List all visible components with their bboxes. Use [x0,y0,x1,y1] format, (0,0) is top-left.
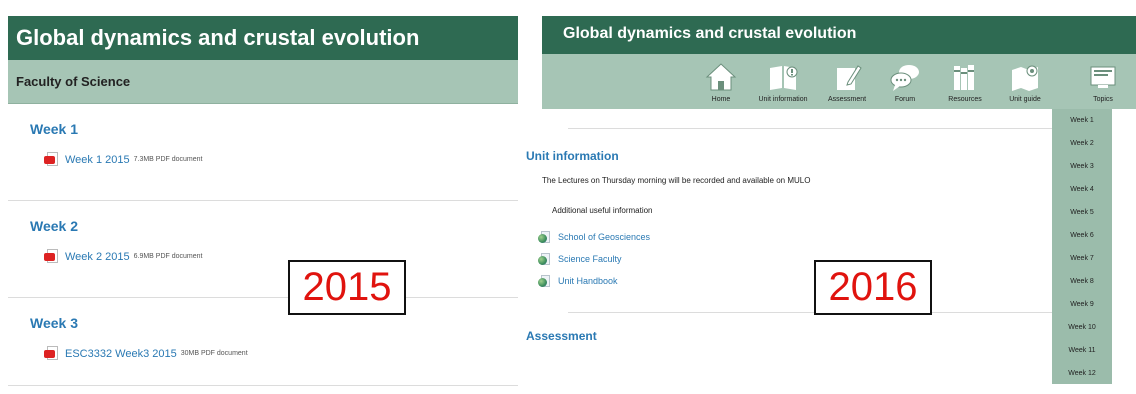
file-link[interactable]: Week 2 2015 [65,251,130,263]
week-title[interactable]: Week 3 [30,315,78,331]
pdf-icon [44,152,58,167]
nav-label: Unit information [758,96,808,103]
resources-icon [954,65,974,90]
nav-label: Assessment [827,96,867,103]
nav-unit-information[interactable]: Unit information [752,60,814,103]
nav-topics[interactable]: Topics [1072,60,1134,103]
course-nav-bar: Home Unit information Assessment Forum R… [542,54,1136,109]
resource-link-row: Unit Handbook [538,275,618,287]
topics-dropdown: Week 1 Week 2 Week 3 Week 4 Week 5 Week … [1052,109,1112,384]
file-meta: 30MB PDF document [180,350,248,357]
nav-forum[interactable]: Forum [874,60,936,103]
week-title[interactable]: Week 2 [30,218,78,234]
pdf-icon [44,249,58,264]
course-title: Global dynamics and crustal evolution [563,25,857,42]
nav-label: Resources [948,96,982,103]
divider [568,128,1088,129]
faculty-bar: Faculty of Science [8,60,518,104]
nav-resources[interactable]: Resources [934,60,996,103]
week-section: Week 1 Week 1 2015 7.3MB PDF document [8,104,518,201]
school-of-geosciences-link[interactable]: School of Geosciences [558,232,650,242]
nav-label: Home [711,96,731,103]
nav-label: Forum [894,96,916,103]
topic-week-9[interactable]: Week 9 [1052,293,1112,316]
week-section: Week 3 ESC3332 Week3 2015 30MB PDF docum… [8,298,518,386]
unit-guide-icon [1012,65,1038,91]
lecture-notice: The Lectures on Thursday morning will be… [542,176,811,185]
file-row: ESC3332 Week3 2015 30MB PDF document [44,346,248,361]
assessment-icon [837,65,862,90]
topic-week-1[interactable]: Week 1 [1052,109,1112,132]
web-page-icon [538,275,550,287]
week-title[interactable]: Week 1 [30,121,78,137]
assessment-heading[interactable]: Assessment [526,329,597,343]
file-link[interactable]: Week 1 2015 [65,154,130,166]
topic-week-2[interactable]: Week 2 [1052,132,1112,155]
course-header: Global dynamics and crustal evolution [542,16,1136,54]
unit-handbook-link[interactable]: Unit Handbook [558,276,618,286]
file-meta: 7.3MB PDF document [133,156,203,163]
moodle-page-2016: Global dynamics and crustal evolution Ho… [520,16,1136,394]
resource-link-row: Science Faculty [538,253,622,265]
file-row: Week 1 2015 7.3MB PDF document [44,152,203,167]
topic-week-3[interactable]: Week 3 [1052,155,1112,178]
year-label-2015: 2015 [288,260,406,315]
pdf-icon [44,346,58,361]
week-section: Week 2 Week 2 2015 6.9MB PDF document [8,201,518,298]
topic-week-6[interactable]: Week 6 [1052,224,1112,247]
topics-icon [1090,66,1116,88]
topic-week-12[interactable]: Week 12 [1052,362,1112,385]
unit-information-icon [770,66,798,90]
nav-unit-guide[interactable]: Unit guide [994,60,1056,103]
topic-week-4[interactable]: Week 4 [1052,178,1112,201]
topic-week-7[interactable]: Week 7 [1052,247,1112,270]
course-header: Global dynamics and crustal evolution [8,16,518,60]
home-icon [705,63,737,91]
web-page-icon [538,231,550,243]
faculty-label: Faculty of Science [16,74,131,89]
unit-information-heading[interactable]: Unit information [526,149,619,163]
file-row: Week 2 2015 6.9MB PDF document [44,249,203,264]
topic-week-5[interactable]: Week 5 [1052,201,1112,224]
additional-info-heading: Additional useful information [552,206,653,215]
course-title: Global dynamics and crustal evolution [16,25,420,50]
nav-label: Unit guide [1009,96,1041,103]
topic-week-11[interactable]: Week 11 [1052,339,1112,362]
web-page-icon [538,253,550,265]
science-faculty-link[interactable]: Science Faculty [558,254,622,264]
nav-assessment[interactable]: Assessment [816,60,878,103]
nav-home[interactable]: Home [690,60,752,103]
file-link[interactable]: ESC3332 Week3 2015 [65,348,177,360]
moodle-page-2015: Global dynamics and crustal evolution Fa… [8,16,518,388]
nav-label: Topics [1093,96,1113,103]
year-label-2016: 2016 [814,260,932,315]
file-meta: 6.9MB PDF document [133,253,203,260]
resource-link-row: School of Geosciences [538,231,650,243]
topic-week-8[interactable]: Week 8 [1052,270,1112,293]
forum-icon [890,65,919,91]
topic-week-10[interactable]: Week 10 [1052,316,1112,339]
